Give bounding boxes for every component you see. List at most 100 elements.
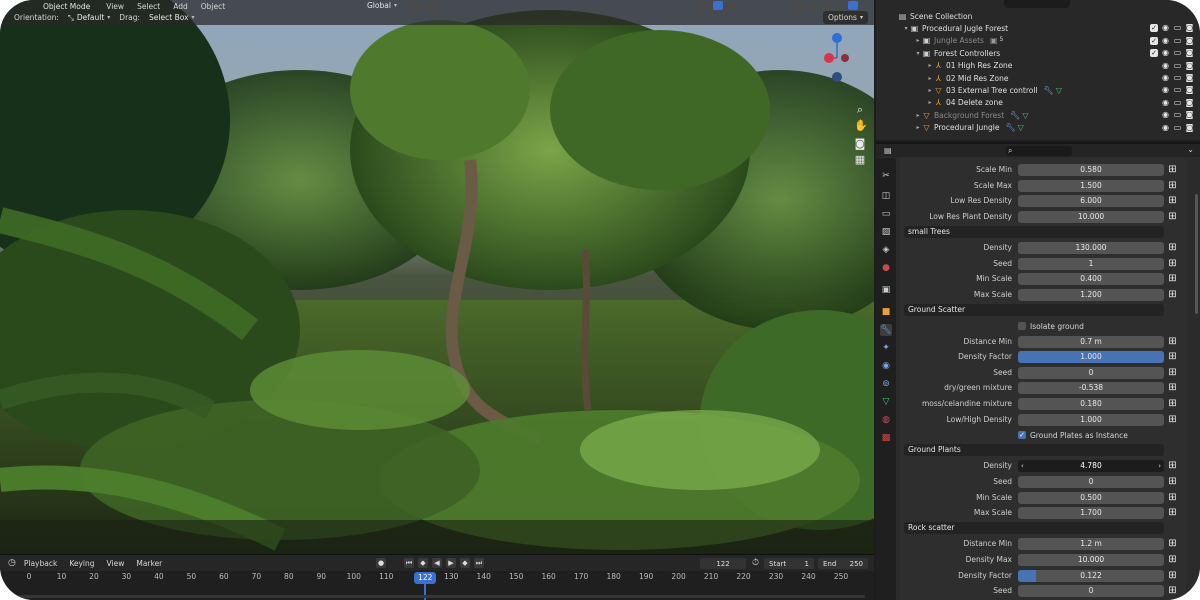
frame-ruler[interactable]: 0 10 20 30 40 50 60 70 80 90 100 110 122 130 140 150 160… xyxy=(0,572,874,600)
node-socket-toggle-icon[interactable]: ⊞ xyxy=(1167,399,1178,409)
viewport-display-icon[interactable]: ▭ xyxy=(1173,123,1182,132)
property-checkbox-row[interactable]: ✓ Ground Plates as Instance xyxy=(1018,429,1128,441)
subpanel-header[interactable]: small Trees xyxy=(904,225,1164,238)
render-camera-icon[interactable]: ◙ xyxy=(1185,86,1194,94)
node-socket-toggle-icon[interactable]: ⊞ xyxy=(1167,274,1178,284)
jump-end-icon[interactable]: ⏭ xyxy=(474,558,484,568)
output-tab-icon[interactable]: ▭ xyxy=(880,208,892,220)
node-socket-toggle-icon[interactable]: ⊞ xyxy=(1167,243,1178,253)
property-checkbox-row[interactable]: Isolate ground xyxy=(1018,320,1084,332)
property-value-field[interactable]: 0.180 xyxy=(1018,398,1164,410)
viewport-display-icon[interactable]: ▭ xyxy=(1173,49,1182,57)
solid-shading-icon[interactable] xyxy=(822,0,832,10)
data-tab-icon[interactable]: ▽ xyxy=(880,396,892,408)
pan-hand-icon[interactable]: ✋ xyxy=(854,120,868,132)
render-camera-icon[interactable]: ◙ xyxy=(1185,111,1194,119)
eye-icon[interactable]: ◉ xyxy=(1161,86,1170,94)
node-socket-toggle-icon[interactable]: ⊞ xyxy=(1167,165,1178,175)
editor-type-icon[interactable]: ▤ xyxy=(884,146,892,155)
view-layer-tab-icon[interactable]: ▨ xyxy=(880,226,892,238)
timeline-scrollbar[interactable] xyxy=(10,595,865,598)
property-value-field[interactable]: 1.000 xyxy=(1018,351,1164,364)
overlay-icon[interactable] xyxy=(726,0,736,10)
camera-icon[interactable]: ◙ xyxy=(854,138,866,150)
node-socket-toggle-icon[interactable]: ⊞ xyxy=(1167,508,1178,518)
viewport-display-icon[interactable]: ▭ xyxy=(1173,61,1182,70)
world-tab-icon[interactable]: ● xyxy=(880,262,892,274)
mesh-data-icon[interactable]: ▽ xyxy=(1022,111,1028,120)
subpanel-header[interactable]: Ground Plants xyxy=(904,444,1164,457)
viewport-display-icon[interactable]: ▭ xyxy=(1173,111,1182,119)
expand-arrow-right-icon[interactable]: ▸ xyxy=(914,112,922,119)
viewport-display-icon[interactable]: ▭ xyxy=(1173,24,1182,32)
property-value-field[interactable]: 1.700 xyxy=(1018,507,1164,520)
exclude-checkbox[interactable]: ✓ xyxy=(1150,36,1158,45)
timeline-menu-playback[interactable]: Playback xyxy=(24,559,57,568)
property-value-field[interactable]: ‹ › 4.780 xyxy=(1018,460,1164,473)
property-value-field[interactable]: 0 xyxy=(1018,476,1164,488)
particles-tab-icon[interactable]: ✦ xyxy=(880,342,892,354)
material-tab-icon[interactable]: ◍ xyxy=(880,414,892,426)
property-value-field[interactable]: 10.000 xyxy=(1018,210,1164,223)
node-socket-toggle-icon[interactable]: ⊞ xyxy=(1167,555,1178,565)
wireframe-shading-icon[interactable] xyxy=(809,0,819,10)
node-socket-toggle-icon[interactable]: ⊞ xyxy=(1167,492,1178,503)
property-value-field[interactable]: 0.7 m xyxy=(1018,335,1164,348)
outliner-row[interactable]: ▾ ▣ Procedural Jugle Forest ✓ ◉ ▭ ◙ xyxy=(876,22,1200,34)
node-socket-toggle-icon[interactable]: ⊞ xyxy=(1167,461,1178,471)
object-tab-icon[interactable]: ■ xyxy=(880,306,892,318)
outliner-row[interactable]: ▸ ⅄ 01 High Res Zone ◉ ▭ ◙ xyxy=(876,60,1200,72)
texture-tab-icon[interactable]: ▩ xyxy=(880,432,892,444)
stopwatch-icon[interactable]: ⏱ xyxy=(752,558,759,568)
play-icon[interactable]: ▶ xyxy=(446,558,456,568)
node-socket-toggle-icon[interactable]: ⊞ xyxy=(1167,336,1178,347)
property-value-field[interactable]: 0.500 xyxy=(1018,491,1164,504)
tool-tab-icon[interactable]: ✂ xyxy=(880,170,892,182)
xray-icon[interactable] xyxy=(796,0,806,10)
render-tab-icon[interactable]: ◫ xyxy=(880,190,892,202)
property-value-field[interactable]: 1.2 m xyxy=(1018,538,1164,551)
decrement-arrow-icon[interactable]: ‹ xyxy=(1021,460,1024,472)
render-camera-icon[interactable]: ◙ xyxy=(1185,36,1194,45)
node-socket-toggle-icon[interactable]: ⊞ xyxy=(1167,352,1178,362)
property-checkbox[interactable] xyxy=(1018,322,1026,330)
node-socket-toggle-icon[interactable]: ⊞ xyxy=(1167,258,1178,269)
property-value-field[interactable]: 0.122 xyxy=(1018,569,1164,582)
constraints-tab-icon[interactable]: ⊚ xyxy=(880,378,892,390)
menu-object[interactable]: Object xyxy=(201,2,225,11)
node-socket-toggle-icon[interactable]: ⊞ xyxy=(1167,196,1178,206)
expand-arrow-right-icon[interactable]: ▸ xyxy=(914,124,922,131)
properties-scrollbar[interactable] xyxy=(1195,164,1198,594)
eye-icon[interactable]: ◉ xyxy=(1161,98,1170,107)
scrollbar-thumb[interactable] xyxy=(1195,194,1198,314)
eye-icon[interactable]: ◉ xyxy=(1161,74,1170,82)
outliner-row[interactable]: ▸ ▽ Procedural Jungle 🔧︎ ▽ ◉ ▭ ◙ xyxy=(876,122,1200,134)
end-frame-field[interactable]: End 250 xyxy=(818,558,868,569)
expand-arrow-right-icon[interactable]: ▸ xyxy=(926,75,934,82)
property-value-field[interactable]: 0 xyxy=(1018,366,1164,379)
expand-arrow-right-icon[interactable]: ▸ xyxy=(926,99,934,106)
current-frame-field[interactable]: 122 xyxy=(700,558,746,569)
outliner-row[interactable]: ▸ ▽ Background Forest 🔧︎ ▽ ◉ ▭ ◙ xyxy=(876,109,1200,121)
collection-tab-icon[interactable]: ▣ xyxy=(880,284,892,296)
exclude-checkbox[interactable]: ✓ xyxy=(1150,49,1158,58)
render-camera-icon[interactable]: ◙ xyxy=(1185,24,1194,32)
gizmo-toggle-icon[interactable] xyxy=(713,0,723,10)
property-value-field[interactable]: 10.000 xyxy=(1018,554,1164,566)
viewport-display-icon[interactable]: ▭ xyxy=(1173,98,1182,107)
property-value-field[interactable]: 0.580 xyxy=(1018,164,1164,176)
property-value-field[interactable]: 6.000 xyxy=(1018,195,1164,208)
outliner-search-field[interactable] xyxy=(1004,0,1070,8)
modifier-wrench-icon[interactable]: 🔧︎ xyxy=(1044,86,1054,95)
viewport-display-icon[interactable]: ▭ xyxy=(1173,86,1182,94)
grid-icon[interactable]: ▦ xyxy=(854,154,866,166)
viewport-display-icon[interactable]: ▭ xyxy=(1173,74,1182,82)
property-value-field[interactable]: 0.400 xyxy=(1018,273,1164,286)
timeline-menu-marker[interactable]: Marker xyxy=(136,559,162,568)
snap-icon[interactable] xyxy=(425,0,435,10)
clock-icon[interactable]: ◷ xyxy=(8,558,16,568)
chevron-down-icon[interactable]: ⌄ xyxy=(1187,145,1194,154)
outliner-row[interactable]: ▤ Scene Collection xyxy=(876,10,1200,22)
node-socket-toggle-icon[interactable]: ⊞ xyxy=(1167,211,1178,222)
expand-arrow-right-icon[interactable]: ▸ xyxy=(926,62,934,69)
